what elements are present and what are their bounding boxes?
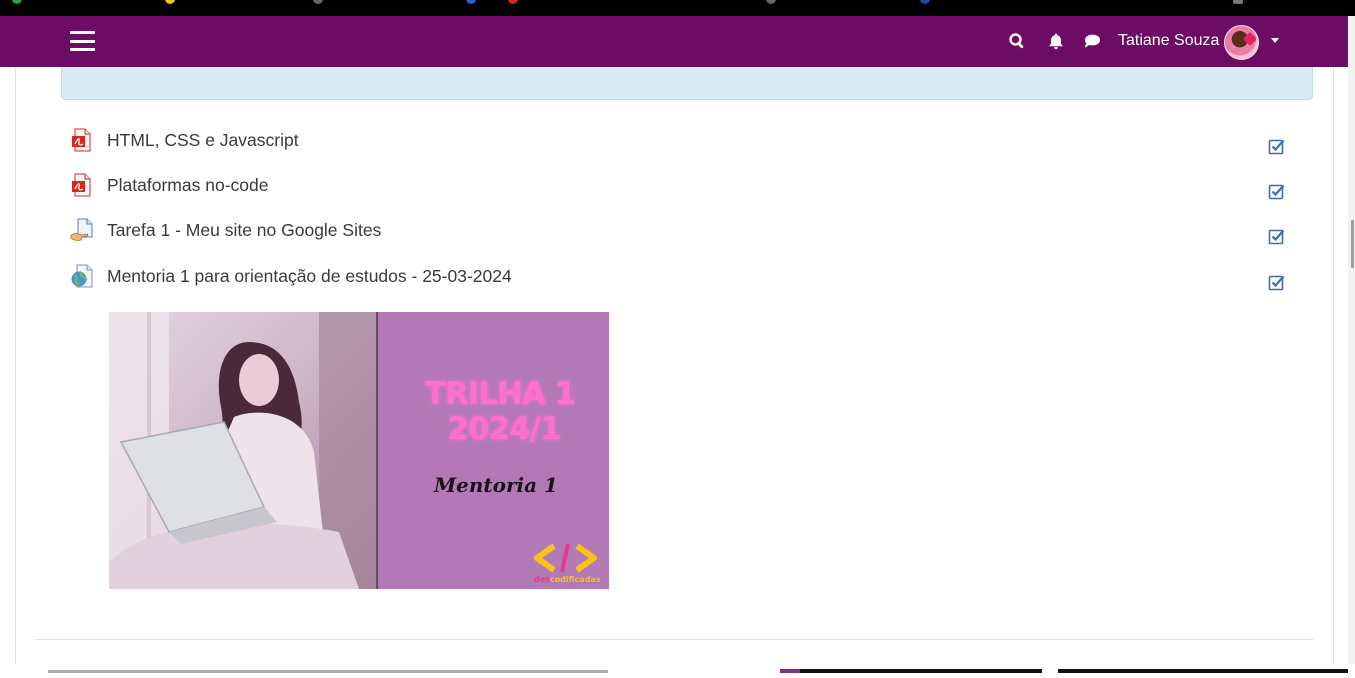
- section-summary-box: [61, 67, 1313, 100]
- notifications-bell-icon[interactable]: [1047, 32, 1065, 50]
- hamburger-line: [70, 48, 95, 51]
- banner-title-line1: TRILHA 1: [425, 376, 576, 412]
- completion-checkbox-icon[interactable]: [1268, 274, 1286, 292]
- completion-checkbox-icon[interactable]: [1268, 183, 1286, 201]
- bookmark-icon[interactable]: [466, 0, 476, 4]
- bookmark-icon[interactable]: [313, 0, 323, 4]
- bookmark-icon[interactable]: [1233, 0, 1243, 4]
- search-icon[interactable]: [1008, 32, 1026, 50]
- assignment-icon: [70, 218, 93, 241]
- activity-link[interactable]: HTML, CSS e Javascript: [107, 130, 299, 151]
- bookmark-icon[interactable]: [165, 0, 175, 4]
- section-card-border: [1333, 67, 1334, 664]
- next-section-edge: [0, 660, 1355, 673]
- face-shape: [239, 354, 279, 406]
- activity-link[interactable]: Mentoria 1 para orientação de estudos - …: [107, 266, 512, 287]
- scrollbar-thumb[interactable]: [1351, 220, 1354, 268]
- hamburger-line: [70, 39, 95, 43]
- user-avatar[interactable]: [1224, 25, 1259, 60]
- logo-text-a: des: [534, 575, 550, 584]
- section-card-border: [15, 67, 16, 664]
- activity-link[interactable]: Tarefa 1 - Meu site no Google Sites: [107, 220, 381, 241]
- browser-bookmarks-bar: [0, 0, 1355, 16]
- menu-toggle-button[interactable]: [70, 31, 95, 51]
- banner-title-line2: 2024/1: [447, 411, 560, 447]
- pdf-icon: [72, 173, 91, 197]
- bookmark-icon[interactable]: [12, 0, 22, 4]
- activity-item: Tarefa 1 - Meu site no Google Sites: [70, 218, 1290, 248]
- activity-item: Plataformas no-code: [70, 173, 1290, 203]
- bookmark-icon[interactable]: [508, 0, 518, 4]
- section-divider: [36, 639, 1313, 640]
- mentoria-banner-image: TRILHA 1 2024/1 Mentoria 1 descodificada…: [109, 312, 609, 589]
- hamburger-line: [70, 31, 95, 34]
- url-globe-icon: [71, 264, 93, 288]
- title-panel: [378, 312, 609, 589]
- next-section-preview: [48, 669, 1348, 673]
- top-navbar: Tatiane Souza: [0, 16, 1348, 67]
- user-menu-caret-icon[interactable]: [1271, 38, 1279, 43]
- bookmark-icon[interactable]: [920, 0, 930, 4]
- page-scrollbar[interactable]: [1348, 16, 1355, 664]
- user-name[interactable]: Tatiane Souza: [1118, 32, 1219, 50]
- messages-chat-icon[interactable]: [1083, 32, 1101, 50]
- activity-item: HTML, CSS e Javascript: [70, 128, 1290, 158]
- completion-checkbox-icon[interactable]: [1268, 138, 1286, 156]
- heart-icon: [1242, 31, 1258, 47]
- banner-illustration: TRILHA 1 2024/1 Mentoria 1 descodificada…: [109, 312, 609, 589]
- activity-item: Mentoria 1 para orientação de estudos - …: [70, 264, 1290, 294]
- banner-subtitle: Mentoria 1: [433, 473, 558, 497]
- svg-text:descodificadas: descodificadas: [534, 575, 601, 584]
- panel-divider: [376, 312, 378, 589]
- completion-checkbox-icon[interactable]: [1268, 228, 1286, 246]
- bookmark-icon[interactable]: [766, 0, 776, 4]
- pdf-icon: [72, 128, 91, 152]
- logo-text-b: codificadas: [550, 575, 601, 584]
- activity-link[interactable]: Plataformas no-code: [107, 175, 268, 196]
